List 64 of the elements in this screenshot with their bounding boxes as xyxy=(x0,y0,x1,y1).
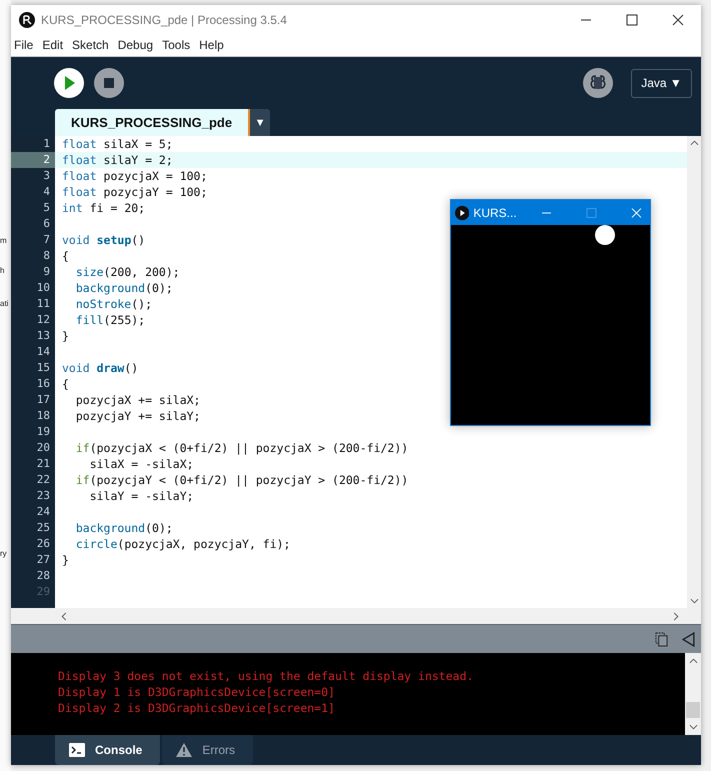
code-line: { xyxy=(62,377,69,391)
code-line: float pozycjaX = 100; xyxy=(62,169,208,183)
scroll-left-icon[interactable] xyxy=(61,612,67,620)
code-line: silaX = -silaX; xyxy=(88,457,194,471)
line-number: 2 xyxy=(11,152,55,168)
code-line: silaY = -silaY; xyxy=(88,489,194,503)
code-line: { xyxy=(62,249,69,263)
console-tab[interactable]: Console xyxy=(55,735,160,765)
code-line: void setup() xyxy=(62,233,146,247)
code-line: circle(pozycjaX, pozycjaY, fi); xyxy=(74,537,290,551)
ball-shape xyxy=(595,225,615,245)
scroll-down-icon[interactable] xyxy=(690,598,698,604)
background-window-text: ry xyxy=(0,549,7,558)
console-message: Display 1 is D3DGraphicsDevice[screen=0] xyxy=(58,684,336,700)
editor-tab[interactable]: KURS_PROCESSING_pde xyxy=(55,109,250,136)
code-line: } xyxy=(62,329,69,343)
vertical-scrollbar[interactable] xyxy=(687,136,701,608)
menu-item[interactable]: Edit xyxy=(42,38,64,52)
scroll-down-icon[interactable] xyxy=(688,724,698,730)
play-logo-icon xyxy=(455,204,470,220)
menu-item[interactable]: Tools xyxy=(162,38,190,52)
terminal-icon xyxy=(69,743,85,757)
code-line: float silaY = 2; xyxy=(62,153,173,167)
console-tab[interactable]: Errors xyxy=(162,735,254,765)
code-line: void draw() xyxy=(62,361,138,375)
window-title: KURS... xyxy=(473,206,516,220)
app-logo-icon xyxy=(19,12,35,28)
background-window-text: m xyxy=(0,236,7,245)
code-line: pozycjaX += silaX; xyxy=(74,393,200,407)
run-button[interactable] xyxy=(54,68,84,98)
scroll-right-icon[interactable] xyxy=(673,612,679,620)
scrollbar-thumb[interactable] xyxy=(686,702,700,718)
scroll-up-icon[interactable] xyxy=(690,140,698,146)
code-line: float pozycjaY = 100; xyxy=(62,185,208,199)
console-message: Display 2 is D3DGraphicsDevice[screen=1] xyxy=(58,700,336,716)
menu-item[interactable]: Sketch xyxy=(72,38,109,52)
debug-button[interactable] xyxy=(583,68,613,98)
window-title: KURS_PROCESSING_pde | Processing 3.5.4 xyxy=(41,12,287,26)
code-line: background(0); xyxy=(74,521,173,535)
background-window-text: h xyxy=(0,266,4,275)
code-line: if(pozycjaX < (0+fi/2) || pozycjaX > (200-fi/2)) xyxy=(74,441,408,455)
menu-item[interactable]: Debug xyxy=(118,38,154,52)
scroll-up-icon[interactable] xyxy=(688,658,698,664)
menu-item[interactable]: File xyxy=(14,38,34,52)
console-scrollbar[interactable] xyxy=(685,653,701,735)
code-line: noStroke(); xyxy=(74,297,152,311)
code-line: if(pozycjaY < (0+fi/2) || pozycjaY > (200-fi/2)) xyxy=(74,473,408,487)
console-message: Display 3 does not exist, using the default display instead. xyxy=(58,668,474,684)
code-line: float silaX = 5; xyxy=(62,137,173,151)
code-line: size(200, 200); xyxy=(74,265,180,279)
code-line: fill(255); xyxy=(74,313,146,327)
horizontal-scrollbar[interactable] xyxy=(11,608,701,624)
code-line: int fi = 20; xyxy=(62,201,146,215)
stop-button[interactable] xyxy=(94,68,124,98)
code-line: background(0); xyxy=(74,281,173,295)
menu-item[interactable]: Help xyxy=(199,38,224,52)
code-line: } xyxy=(62,553,69,567)
mode-dropdown[interactable]: Java ▼ xyxy=(631,68,692,98)
tab-menu-button[interactable]: ▼ xyxy=(250,109,270,136)
collapse-triangle-icon[interactable] xyxy=(682,632,695,646)
background-window-text: ati xyxy=(0,299,8,308)
copy-icon[interactable] xyxy=(655,632,668,646)
code-line: pozycjaY += silaY; xyxy=(74,409,200,423)
warning-icon xyxy=(176,743,192,757)
